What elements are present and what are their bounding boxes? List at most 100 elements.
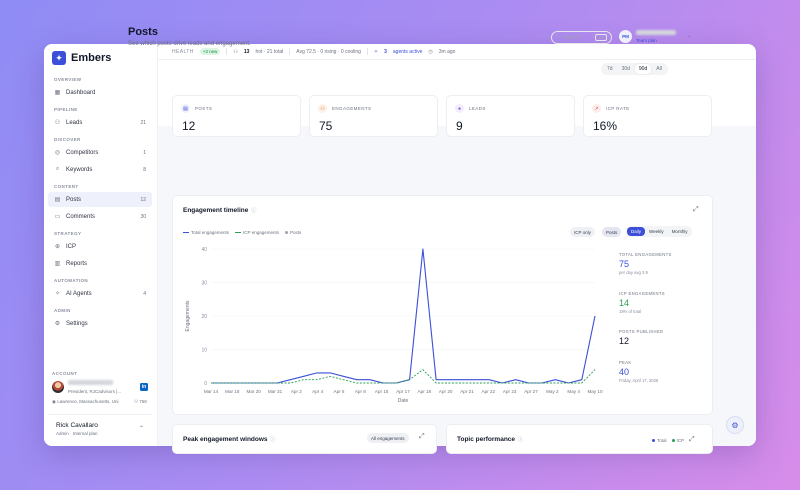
- trend-up-icon: ↗: [592, 104, 601, 113]
- document-icon: ▤: [181, 104, 190, 113]
- sidebar-item-dashboard[interactable]: ▦ Dashboard: [48, 85, 152, 100]
- x-tick-label: Apr 21: [460, 389, 474, 394]
- chart-title-text: Engagement timeline: [183, 207, 249, 214]
- engagement-timeline-card: Engagement timeline ⓘ ⤢ Total engagements…: [172, 195, 713, 415]
- kpi-label: ENGAGEMENTS: [332, 106, 372, 111]
- legend-swatch: [183, 232, 189, 233]
- info-icon[interactable]: ⓘ: [271, 437, 276, 443]
- info-icon[interactable]: ⓘ: [518, 437, 523, 443]
- stat-label: POSTS PUBLISHED: [619, 329, 664, 334]
- range-30d-button[interactable]: 30d: [618, 64, 634, 74]
- sparkles-icon: ✧: [373, 48, 379, 55]
- sidebar-item-label: Reports: [66, 260, 88, 267]
- topic-performance-card: Topic performance ⓘ Total ICP ⤢: [446, 424, 713, 454]
- legend-label: Total: [657, 437, 667, 443]
- sidebar-item-icp[interactable]: ⊕ ICP: [48, 239, 152, 254]
- series-line-icp: [211, 369, 596, 384]
- legend-icp: ICP: [671, 438, 684, 443]
- legend-posts[interactable]: Posts: [284, 230, 301, 235]
- assistant-fab-button[interactable]: ⚙: [726, 416, 744, 434]
- target-icon: ◎: [54, 150, 61, 156]
- sidebar: ✦ Embers OVERVIEW ▦ Dashboard PIPELINE ⚇…: [44, 44, 158, 446]
- divider: [226, 48, 228, 55]
- legend-total[interactable]: Total engagements: [183, 230, 229, 235]
- brand[interactable]: ✦ Embers: [52, 51, 111, 65]
- sidebar-item-posts[interactable]: ▤ Posts 12: [48, 192, 152, 207]
- section-label-overview: OVERVIEW: [54, 77, 82, 82]
- topic-legend: Total ICP ⤢: [652, 436, 695, 444]
- engagement-filter-dropdown[interactable]: All engagements: [367, 433, 409, 443]
- peak-windows-card: Peak engagement windows ⓘ All engagements…: [172, 424, 437, 454]
- sidebar-item-comments[interactable]: ▭ Comments 30: [48, 209, 152, 224]
- sidebar-item-count: 30: [140, 213, 146, 220]
- section-label-discover: DISCOVER: [54, 137, 81, 142]
- range-all-button[interactable]: All: [652, 64, 666, 74]
- info-icon[interactable]: ⓘ: [251, 208, 256, 214]
- leads-icon: ●: [455, 104, 464, 113]
- kpi-card-posts: ▤ POSTS 12: [172, 95, 301, 137]
- sparkles-icon: ✧: [54, 291, 61, 297]
- expand-icon[interactable]: ⤢: [689, 436, 695, 444]
- sidebar-item-keywords[interactable]: ⌕ Keywords 8: [48, 162, 152, 177]
- account-title: President, RJCadvisors |...: [68, 389, 122, 394]
- agents-count: 3: [384, 48, 387, 55]
- legend-swatch: [671, 438, 675, 442]
- posts-toggle[interactable]: Posts: [602, 227, 622, 237]
- chevron-down-icon: ⌄: [687, 33, 692, 39]
- stat-value: 75: [619, 259, 630, 269]
- users-icon: ⚇: [54, 120, 61, 126]
- account-label: ACCOUNT: [52, 371, 78, 376]
- chart-legend: Total engagements ICP engagements Posts: [183, 230, 301, 235]
- card-title: Topic performance ⓘ: [457, 436, 523, 443]
- sidebar-item-competitors[interactable]: ◎ Competitors 1: [48, 145, 152, 160]
- x-tick-label: Mar 31: [268, 389, 283, 394]
- range-90d-button[interactable]: 90d: [634, 64, 652, 74]
- search-icon: ⌕: [55, 166, 60, 172]
- stat-sub: per day avg 3.9: [619, 270, 648, 275]
- comment-icon: ▭: [54, 214, 61, 220]
- flame-icon: ⚇: [233, 48, 238, 55]
- kpi-label: ICP RATE: [606, 106, 630, 111]
- section-label-strategy: STRATEGY: [54, 231, 82, 236]
- linkedin-icon[interactable]: in: [140, 383, 148, 391]
- chart-icon: ▥: [54, 261, 61, 267]
- sidebar-item-label: Leads: [66, 119, 83, 126]
- agents-text[interactable]: agents active: [393, 49, 422, 55]
- kpi-value: 9: [456, 119, 463, 133]
- granularity-weekly-button[interactable]: Weekly: [645, 227, 668, 236]
- x-tick-label: Apr 20: [439, 389, 453, 394]
- health-badge: +3 new: [199, 48, 221, 55]
- divider: [289, 48, 291, 55]
- user-name: Rick Cavallaro: [56, 422, 98, 429]
- stat-icp-engagements: ICP ENGAGEMENTS 14 19% of total: [619, 291, 665, 314]
- expand-icon[interactable]: ⤢: [693, 206, 699, 214]
- search-input[interactable]: ⌕ Search... ⌘K: [551, 31, 612, 44]
- page-subtitle: See which posts drive leads and engageme…: [128, 41, 251, 47]
- range-7d-button[interactable]: 7d: [603, 64, 617, 74]
- sidebar-item-count: 4: [143, 290, 146, 297]
- time-text: 3m ago: [438, 48, 456, 55]
- stat-label: TOTAL ENGAGEMENTS: [619, 252, 672, 257]
- x-tick-label: May 10: [587, 389, 603, 394]
- card-title-text: Peak engagement windows: [183, 436, 268, 443]
- stat-sub: Friday, April 17, 2026: [619, 378, 659, 383]
- kpi-label: LEADS: [469, 106, 486, 111]
- kpi-card-leads: ● LEADS 9: [446, 95, 575, 137]
- team-switcher[interactable]: PM Team plan ⌄: [619, 28, 694, 46]
- icp-only-toggle[interactable]: ICP only: [570, 227, 595, 237]
- expand-icon[interactable]: ⤢: [419, 433, 425, 441]
- sidebar-item-leads[interactable]: ⚇ Leads 21: [48, 115, 152, 130]
- granularity-daily-button[interactable]: Daily: [627, 227, 646, 236]
- granularity-monthly-button[interactable]: Monthly: [668, 227, 692, 236]
- sidebar-item-settings[interactable]: ⚙ Settings: [48, 316, 152, 331]
- legend-swatch: [235, 232, 242, 233]
- user-menu[interactable]: Rick Cavallaro Admin · Internal plan ⌃: [48, 414, 152, 440]
- legend-icp[interactable]: ICP engagements: [235, 230, 279, 235]
- users-icon: ⚇: [318, 104, 327, 113]
- sidebar-item-ai-agents[interactable]: ✧ AI Agents 4: [48, 286, 152, 301]
- sidebar-item-reports[interactable]: ▥ Reports: [48, 256, 152, 271]
- legend-total: Total: [652, 438, 667, 443]
- granularity-selector: Daily Weekly Monthly: [626, 226, 693, 237]
- stat-value: 40: [619, 367, 630, 377]
- x-tick-label: Apr 15: [375, 389, 389, 394]
